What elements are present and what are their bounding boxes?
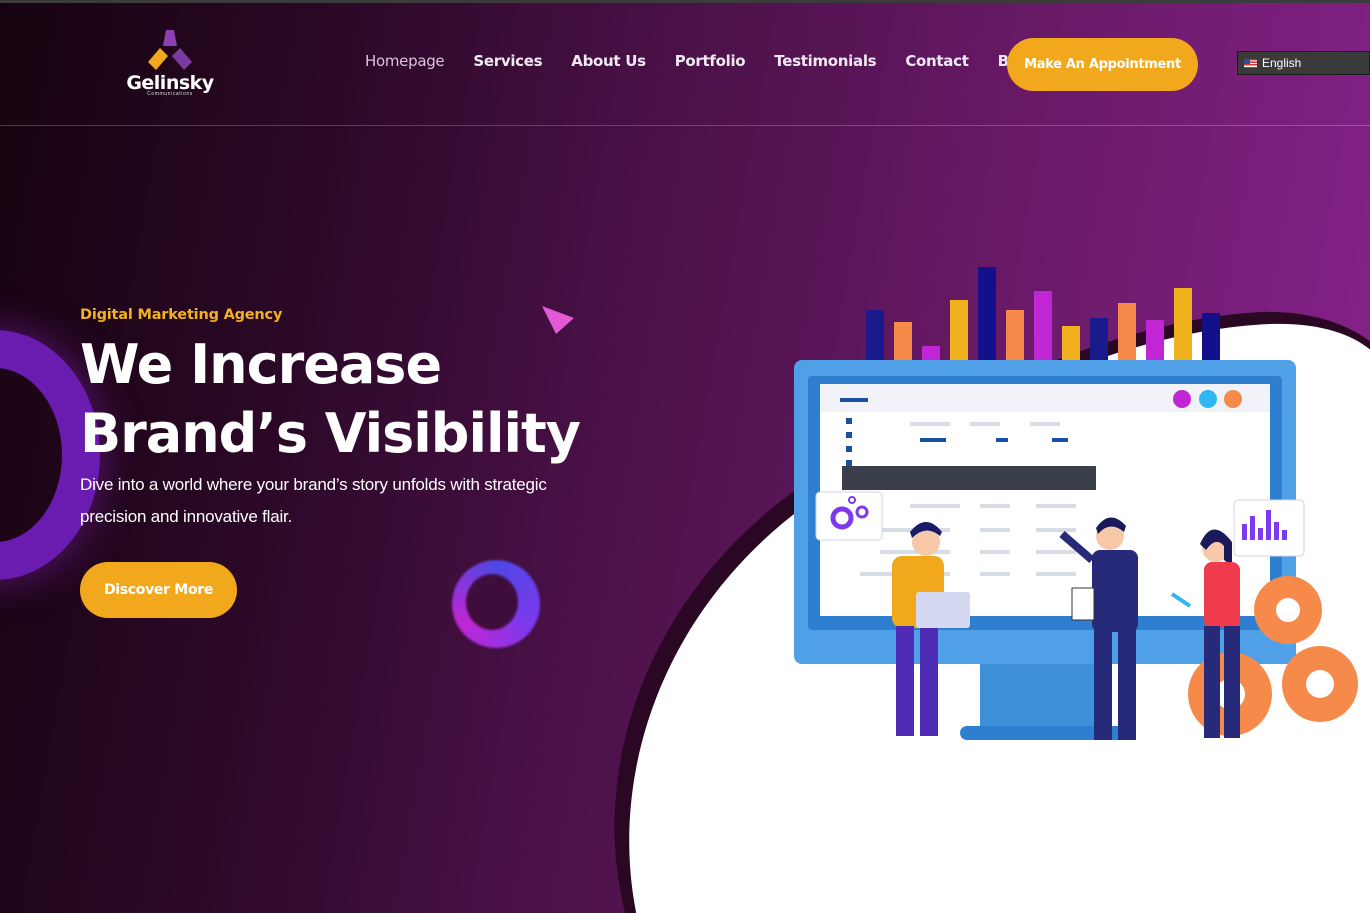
headline-line-2: Brand’s Visibility: [80, 402, 581, 465]
headline-line-1: We Increase: [80, 333, 442, 396]
header-divider: [0, 125, 1370, 126]
gears-bubble: [815, 491, 883, 541]
chart-bubble: [1233, 499, 1305, 557]
language-label: English: [1262, 56, 1302, 70]
marketing-illustration: [794, 267, 1358, 740]
nav-contact[interactable]: Contact: [905, 52, 969, 76]
us-flag-icon: [1244, 58, 1257, 68]
nav-portfolio[interactable]: Portfolio: [675, 52, 746, 76]
bar-chart-graphic: [866, 267, 1220, 362]
decorative-ring-small: [452, 560, 540, 648]
nav-about-us[interactable]: About Us: [571, 52, 646, 76]
hero-headline: We Increase Brand’s Visibility: [80, 330, 600, 468]
logo-subtitle: Communications: [147, 91, 193, 97]
language-selector[interactable]: English: [1237, 51, 1370, 75]
brand-logo[interactable]: Gelinsky Communications: [122, 30, 218, 100]
hero-subtext: Dive into a world where your brand’s sto…: [80, 475, 547, 526]
discover-more-button[interactable]: Discover More: [80, 562, 237, 618]
nav-homepage[interactable]: Homepage: [365, 52, 445, 76]
nav-testimonials[interactable]: Testimonials: [774, 52, 876, 76]
make-appointment-button[interactable]: Make An Appointment: [1007, 38, 1198, 91]
logo-mark-icon: [148, 30, 192, 70]
nav-services[interactable]: Services: [473, 52, 542, 76]
hero-section: Gelinsky Communications Homepage Service…: [0, 0, 1370, 913]
top-border: [0, 0, 1370, 3]
main-nav: Homepage Services About Us Portfolio Tes…: [365, 52, 1034, 76]
hero-eyebrow: Digital Marketing Agency: [80, 307, 283, 323]
